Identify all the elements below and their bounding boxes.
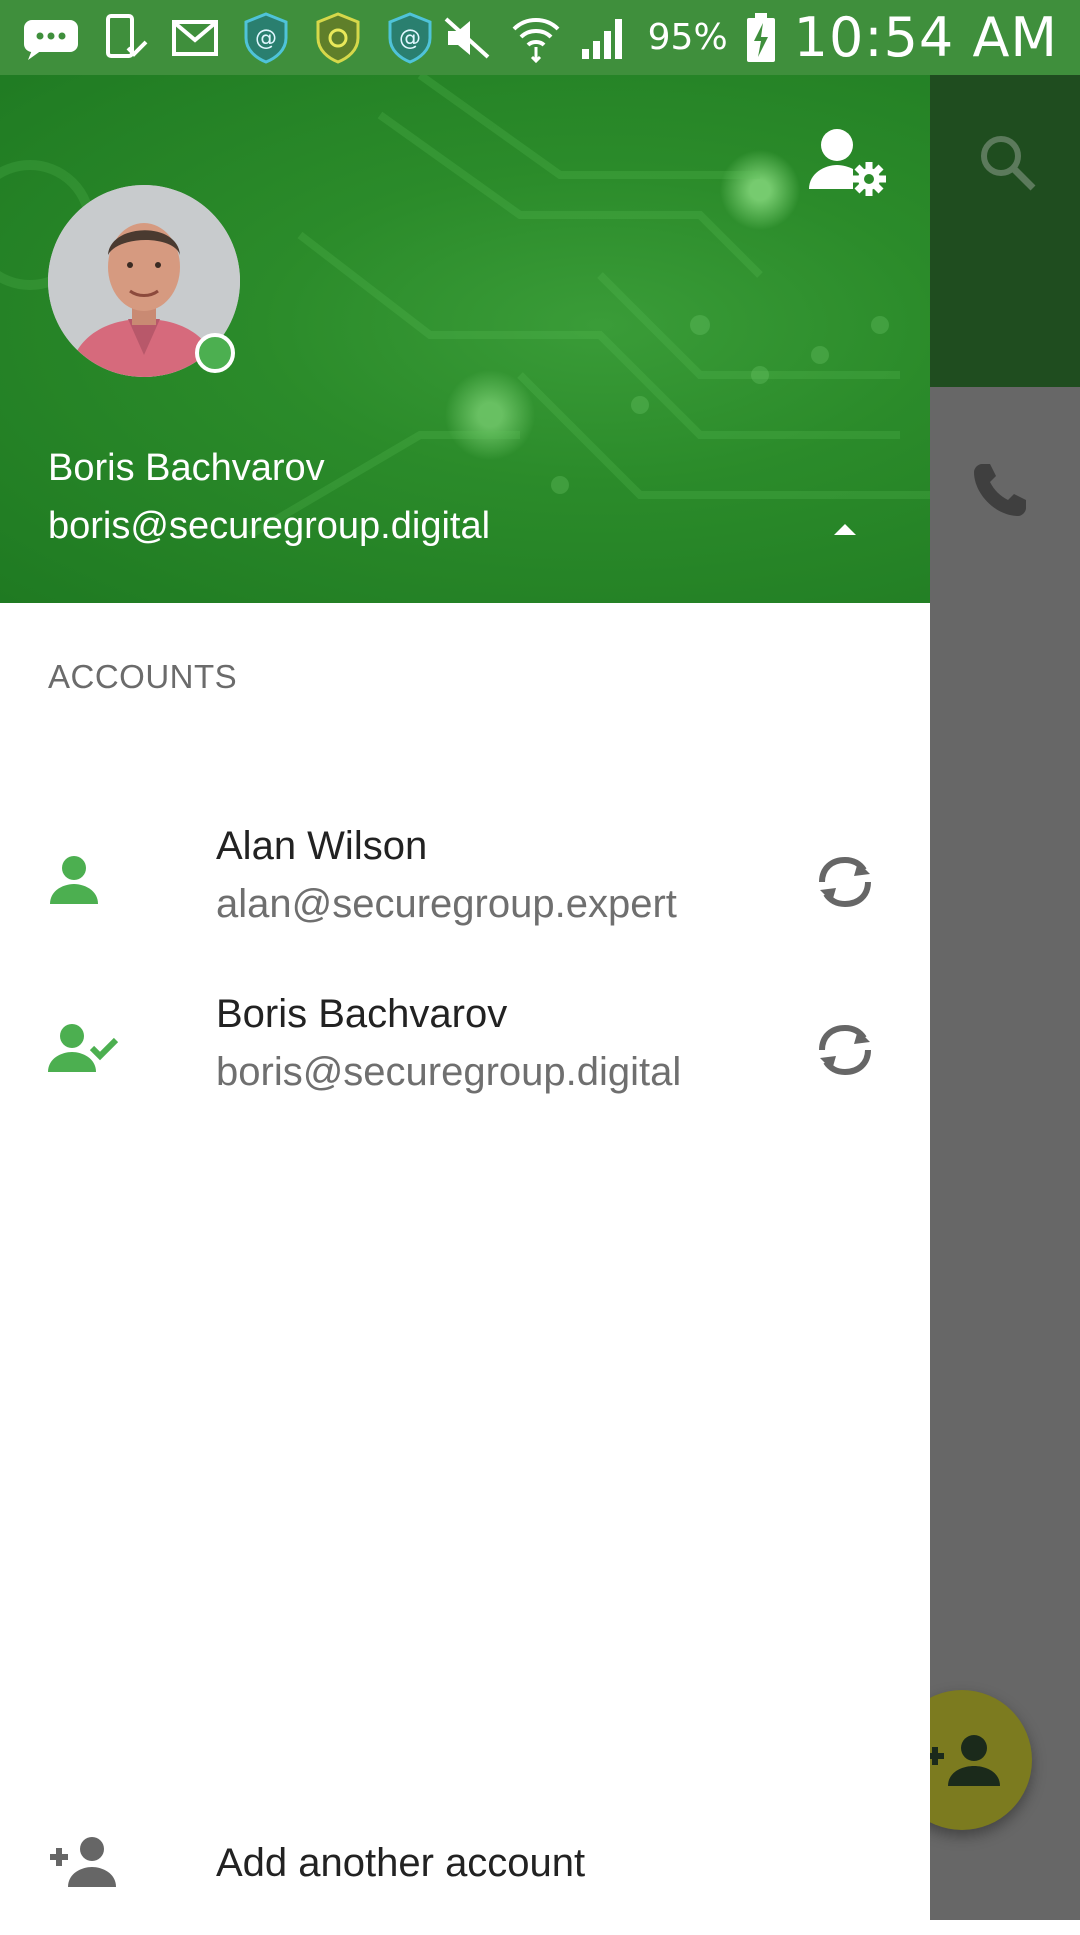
add-person-icon (48, 1835, 120, 1894)
account-email: boris@securegroup.digital (216, 1050, 682, 1094)
svg-text:@: @ (255, 26, 277, 51)
battery-charging-icon (746, 12, 776, 63)
account-name: Alan Wilson (216, 824, 428, 868)
messages-icon (22, 16, 80, 60)
current-user-name: Boris Bachvarov (48, 447, 325, 489)
signal-icon (580, 15, 630, 61)
collapse-accounts-arrow-icon[interactable] (830, 515, 860, 545)
drawer-header[interactable]: Boris Bachvarov boris@securegroup.digita… (0, 75, 930, 603)
manage-accounts-icon[interactable] (805, 123, 895, 203)
svg-text:@: @ (399, 26, 421, 51)
add-person-icon (926, 1735, 1000, 1786)
clock: 10:54 AM (793, 6, 1058, 69)
add-account-label: Add another account (216, 1841, 586, 1885)
account-item-alan-wilson[interactable]: Alan Wilson alan@securegroup.expert (0, 802, 930, 962)
current-user-email: boris@securegroup.digital (48, 505, 491, 547)
person-check-icon (48, 1022, 119, 1079)
secure-mail-icon: @ (386, 12, 434, 64)
status-bar: @ @ 95% 10:54 AM (0, 0, 1080, 75)
sync-icon[interactable] (810, 1020, 880, 1080)
account-email: alan@securegroup.expert (216, 882, 677, 926)
online-status-indicator (195, 333, 235, 373)
device-check-icon (104, 14, 148, 62)
sync-icon[interactable] (810, 852, 880, 912)
account-name: Boris Bachvarov (216, 992, 508, 1036)
battery-percentage: 95% (647, 17, 728, 58)
wifi-icon (510, 13, 562, 63)
secure-key-icon (314, 12, 362, 64)
add-account-button[interactable]: Add another account (0, 1805, 930, 1935)
phone-icon[interactable] (970, 460, 1030, 525)
accounts-section-title: ACCOUNTS (48, 658, 238, 695)
navigation-drawer: Boris Bachvarov boris@securegroup.digita… (0, 75, 930, 1920)
account-item-boris-bachvarov[interactable]: Boris Bachvarov boris@securegroup.digita… (0, 970, 930, 1130)
secure-mail-icon: @ (242, 12, 290, 64)
search-icon[interactable] (975, 130, 1039, 199)
person-icon (48, 854, 102, 911)
gmail-icon (172, 20, 218, 56)
mute-icon (442, 15, 492, 61)
